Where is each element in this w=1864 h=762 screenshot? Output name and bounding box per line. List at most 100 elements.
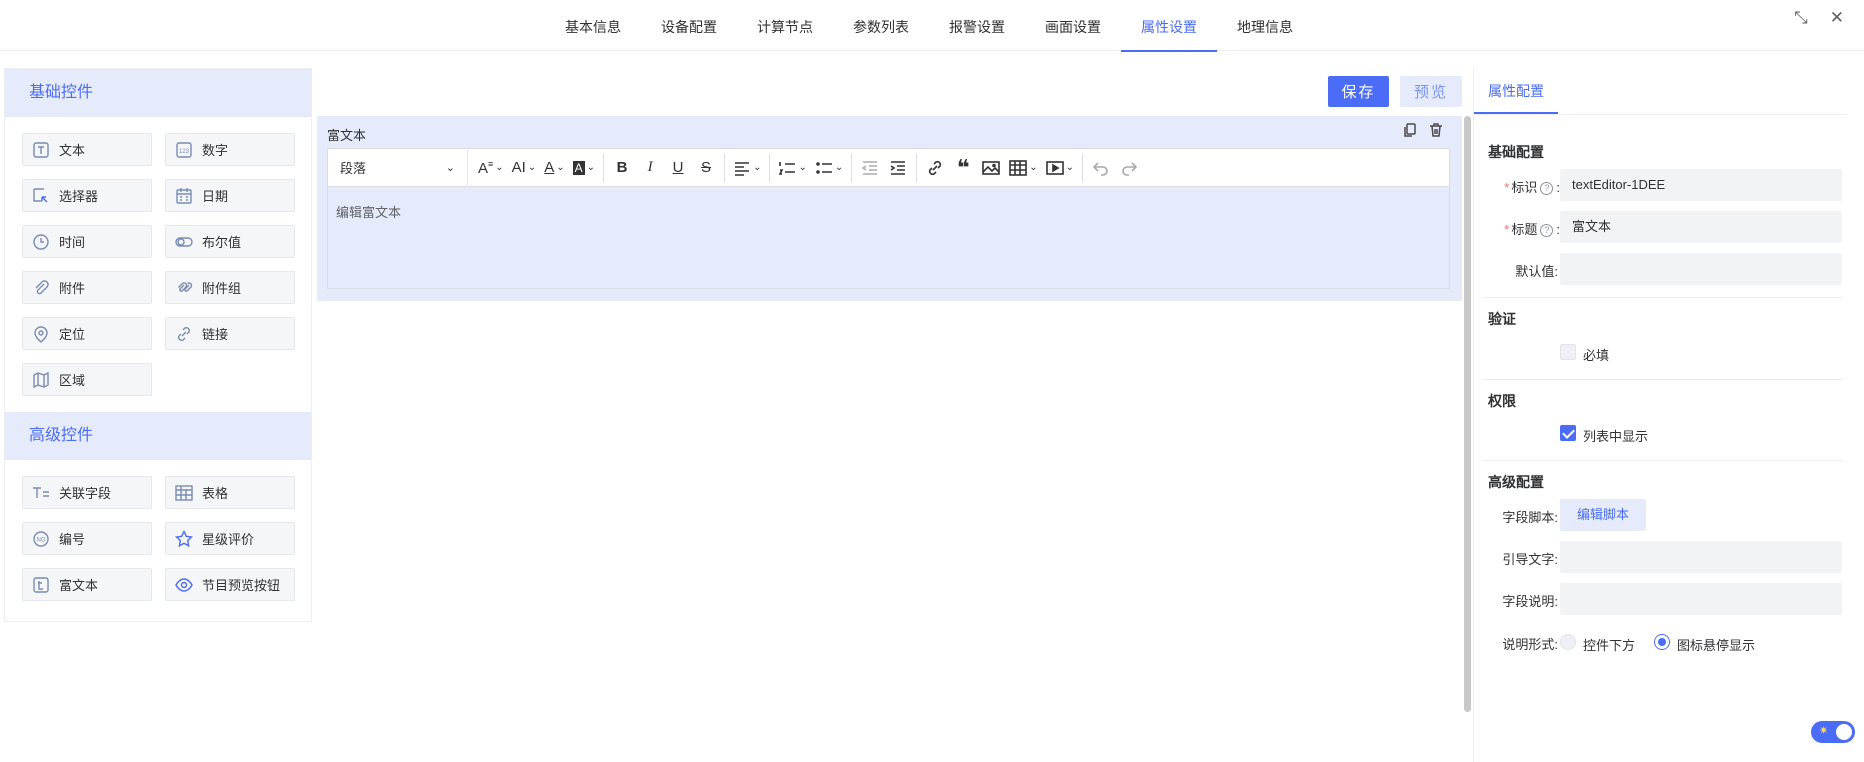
field-desc-input[interactable] <box>1560 583 1842 615</box>
line-height-button[interactable]: A≡ ⌄ <box>474 154 508 182</box>
italic-icon: I <box>647 159 653 175</box>
component-star-rating[interactable]: 星级评价 <box>165 522 295 555</box>
strikethrough-button[interactable]: S <box>692 154 720 182</box>
toggle-icon <box>174 232 194 252</box>
align-button[interactable]: ⌄ <box>729 154 765 182</box>
relation-icon <box>31 483 51 503</box>
desc-hover-label: 图标悬停显示 <box>1677 638 1756 653</box>
save-button[interactable]: 保存 <box>1328 76 1389 107</box>
sun-icon: ✷ <box>1819 725 1829 737</box>
line-height-icon: A≡ <box>478 158 494 177</box>
bold-button[interactable]: B <box>608 154 636 182</box>
tab-param-list[interactable]: 参数列表 <box>833 0 929 51</box>
underline-button[interactable]: U <box>664 154 692 182</box>
help-icon: ? <box>1540 182 1554 196</box>
outdent-icon <box>861 160 878 175</box>
select-icon <box>31 186 51 206</box>
strikethrough-icon: S <box>701 159 712 176</box>
component-boolean[interactable]: 布尔值 <box>165 225 295 258</box>
image-icon <box>982 160 1001 175</box>
id-input[interactable] <box>1560 169 1842 201</box>
undo-button[interactable] <box>1087 154 1115 182</box>
window-controls: ⤡ ✕ <box>1794 8 1844 28</box>
component-area[interactable]: 区域 <box>22 363 152 396</box>
tab-property-settings[interactable]: 属性设置 <box>1121 0 1217 52</box>
field-actions <box>1402 122 1444 141</box>
video-button[interactable]: ⌄ <box>1042 154 1078 182</box>
required-checkbox[interactable] <box>1560 344 1576 360</box>
bullet-list-icon <box>816 161 832 174</box>
default-value-input[interactable] <box>1560 253 1842 285</box>
component-number[interactable]: 123 数字 <box>165 133 295 166</box>
title-input[interactable] <box>1560 211 1842 243</box>
tab-geo-info[interactable]: 地理信息 <box>1217 0 1313 51</box>
component-serial[interactable]: NO 编号 <box>22 522 152 555</box>
redo-button[interactable] <box>1115 154 1143 182</box>
close-icon[interactable]: ✕ <box>1830 8 1844 28</box>
underline-icon: U <box>672 159 684 176</box>
indent-button[interactable] <box>884 154 912 182</box>
advanced-controls-grid: 关联字段 表格 NO 编号 星级评价 富文本 节目预览按钮 <box>5 460 311 617</box>
component-preview-button[interactable]: 节目预览按钮 <box>165 568 295 601</box>
tab-screen-settings[interactable]: 画面设置 <box>1025 0 1121 51</box>
show-in-list-checkbox[interactable] <box>1560 425 1576 441</box>
outdent-button[interactable] <box>856 154 884 182</box>
canvas-scrollbar[interactable] <box>1464 116 1471 712</box>
tab-basic-info[interactable]: 基本信息 <box>545 0 641 51</box>
copy-icon[interactable] <box>1402 122 1418 141</box>
component-date[interactable]: 日期 <box>165 179 295 212</box>
desc-below-radio[interactable] <box>1560 634 1576 650</box>
link-button[interactable] <box>921 154 949 182</box>
paperclips-icon <box>174 278 194 298</box>
theme-toggle[interactable]: ✷ <box>1811 721 1855 743</box>
trash-icon[interactable] <box>1428 122 1444 141</box>
component-attachment[interactable]: 附件 <box>22 271 152 304</box>
validation-title: 验证 <box>1488 311 1516 327</box>
rich-text-field-block[interactable]: 富文本 段落 ⌄ A≡⌄ AI⌄ A⌄ A⌄ B I U S ⌄ ⌄ ⌄ <box>317 116 1462 301</box>
italic-button[interactable]: I <box>636 154 664 182</box>
svg-text:NO: NO <box>37 537 46 543</box>
quote-button[interactable]: ❝ <box>949 154 977 182</box>
tab-property-config[interactable]: 属性配置 <box>1474 68 1558 114</box>
component-attachment-group[interactable]: 附件组 <box>165 271 295 304</box>
basic-config-title: 基础配置 <box>1488 144 1544 160</box>
indent-icon <box>890 160 906 175</box>
background-color-button[interactable]: A ⌄ <box>569 154 599 182</box>
bold-icon: B <box>616 159 628 176</box>
component-table[interactable]: 表格 <box>165 476 295 509</box>
ordered-list-button[interactable]: ⌄ <box>774 154 810 182</box>
help-icon: ? <box>1540 224 1554 238</box>
advanced-config-title: 高级配置 <box>1488 474 1544 490</box>
field-script-label: 字段脚本: <box>1502 510 1558 525</box>
bullet-list-button[interactable]: ⌄ <box>811 154 847 182</box>
basic-controls-title: 基础控件 <box>5 69 311 117</box>
guide-text-input[interactable] <box>1560 541 1842 573</box>
table-button[interactable]: ⌄ <box>1005 154 1041 182</box>
component-link[interactable]: 链接 <box>165 317 295 350</box>
font-color-button[interactable]: A ⌄ <box>540 154 568 182</box>
undo-icon <box>1092 161 1108 176</box>
edit-script-button[interactable]: 编辑脚本 <box>1560 499 1646 531</box>
tab-device-config[interactable]: 设备配置 <box>641 0 737 51</box>
serial-icon: NO <box>31 529 51 549</box>
font-size-button[interactable]: AI ⌄ <box>508 154 541 182</box>
component-text[interactable]: 文本 <box>22 133 152 166</box>
component-location[interactable]: 定位 <box>22 317 152 350</box>
preview-button[interactable]: 预览 <box>1400 76 1462 107</box>
tab-alarm-settings[interactable]: 报警设置 <box>929 0 1025 51</box>
font-color-icon: A <box>544 159 555 176</box>
guide-text-label: 引导文字: <box>1502 552 1558 567</box>
component-select[interactable]: 选择器 <box>22 179 152 212</box>
desc-hover-radio[interactable] <box>1654 634 1670 650</box>
component-time[interactable]: 时间 <box>22 225 152 258</box>
component-relation-field[interactable]: 关联字段 <box>22 476 152 509</box>
image-button[interactable] <box>977 154 1005 182</box>
component-rich-text[interactable]: 富文本 <box>22 568 152 601</box>
compress-icon[interactable]: ⤡ <box>1794 8 1808 28</box>
table-icon <box>1009 159 1028 176</box>
rich-text-editor[interactable]: 编辑富文本 <box>327 187 1450 289</box>
chevron-down-icon: ⌄ <box>445 162 455 174</box>
paragraph-select[interactable]: 段落 ⌄ <box>328 148 468 187</box>
tab-compute-node[interactable]: 计算节点 <box>737 0 833 51</box>
component-palette: 基础控件 文本 123 数字 选择器 日期 时间 布尔值 附件 附件组 定位 链接… <box>4 68 312 622</box>
